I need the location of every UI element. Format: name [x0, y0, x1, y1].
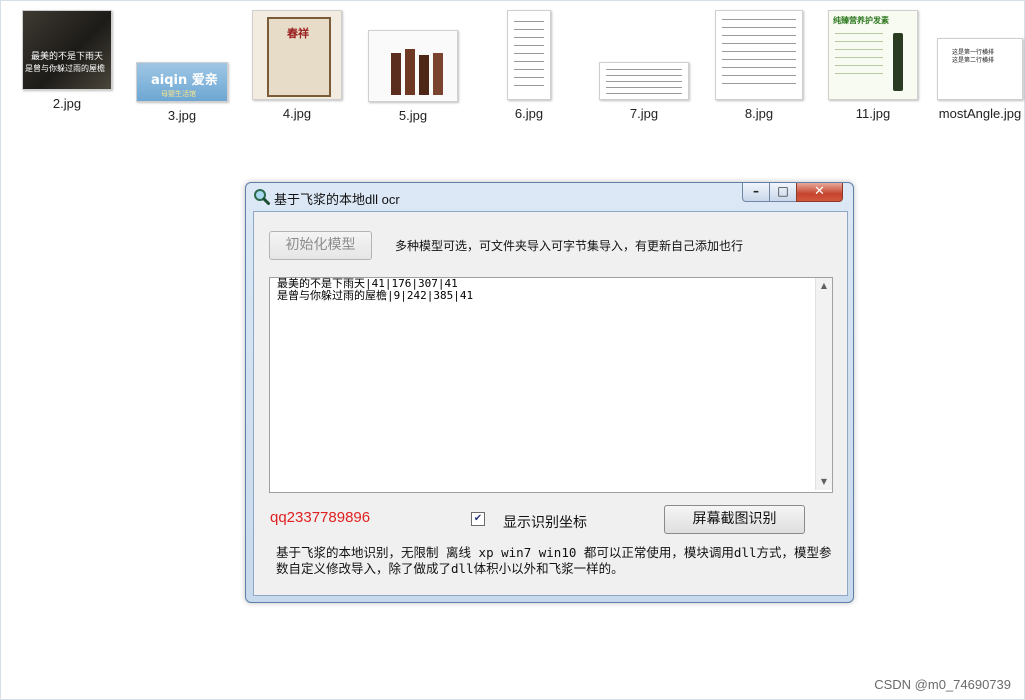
thumbnail-caption: 这是第二行横排: [952, 57, 995, 64]
title-bar[interactable]: 基于飞浆的本地dll ocr – □ ✕: [246, 183, 853, 211]
thumbnail: 最美的不是下雨天 是曾与你躲过雨的屋檐: [22, 10, 112, 90]
vertical-scrollbar[interactable]: ▲ ▼: [815, 278, 832, 490]
file-3-jpg[interactable]: aiqin 爱亲 母婴生活馆 3.jpg: [127, 10, 237, 123]
file-label: 2.jpg: [52, 96, 82, 111]
file-7-jpg[interactable]: 7.jpg: [589, 10, 699, 121]
info-label: 多种模型可选，可文件夹导入可字节集导入，有更新自己添加也行: [395, 239, 744, 253]
thumbnail: [368, 30, 458, 102]
init-model-button[interactable]: 初始化模型: [269, 231, 372, 260]
ocr-result-text: 最美的不是下雨天|41|176|307|41 是曾与你躲过雨的屋檐|9|242|…: [277, 277, 474, 302]
product-bottle: [405, 49, 415, 95]
file-6-jpg[interactable]: 6.jpg: [474, 10, 584, 121]
file-label: 5.jpg: [398, 108, 428, 123]
scroll-up-icon[interactable]: ▲: [816, 278, 832, 294]
thumbnail-caption: 纯臻营养护发素: [833, 16, 889, 25]
file-label: 8.jpg: [744, 106, 774, 121]
scroll-down-icon[interactable]: ▼: [816, 474, 832, 490]
file-4-jpg[interactable]: 春祥 4.jpg: [242, 10, 352, 121]
minimize-icon: –: [753, 184, 759, 198]
maximize-icon: □: [777, 184, 789, 198]
thumbnail: 纯臻营养护发素: [828, 10, 918, 100]
file-8-jpg[interactable]: 8.jpg: [704, 10, 814, 121]
file-label: 3.jpg: [167, 108, 197, 123]
file-label: 4.jpg: [282, 106, 312, 121]
product-bottle: [433, 53, 443, 95]
file-label: 11.jpg: [855, 106, 891, 121]
window-client-area: 初始化模型 多种模型可选，可文件夹导入可字节集导入，有更新自己添加也行 最美的不…: [253, 211, 848, 596]
csdn-watermark: CSDN @m0_74690739: [874, 677, 1011, 692]
show-coords-label[interactable]: 显示识别坐标: [503, 512, 587, 532]
close-button[interactable]: ✕: [796, 183, 843, 202]
file-label: 6.jpg: [514, 106, 544, 121]
thumbnail-caption: aiqin 爱亲: [151, 73, 218, 88]
thumbnail-caption: 母婴生活馆: [161, 90, 196, 98]
product-bottle: [391, 53, 401, 95]
close-icon: ✕: [814, 184, 825, 199]
ocr-window: 基于飞浆的本地dll ocr – □ ✕ 初始化模型 多种模型可选，可文件夹导入…: [245, 182, 854, 603]
thumbnail: 这是第一行横排 这是第二行横排: [937, 38, 1023, 100]
file-5-jpg[interactable]: 5.jpg: [358, 10, 468, 123]
file-label: 7.jpg: [629, 106, 659, 121]
thumbnail: 春祥: [252, 10, 342, 100]
file-label: mostAngle.jpg: [938, 106, 1022, 121]
file-11-jpg[interactable]: 纯臻营养护发素 11.jpg: [818, 10, 928, 121]
show-coords-checkbox[interactable]: ✔: [471, 512, 485, 526]
file-mostangle-jpg[interactable]: 这是第一行横排 这是第二行横排 mostAngle.jpg: [932, 10, 1025, 121]
thumbnail: aiqin 爱亲 母婴生活馆: [136, 62, 228, 102]
thumbnail: [599, 62, 689, 100]
thumbnail-caption: 春祥: [287, 27, 309, 40]
magnifier-icon: [254, 189, 270, 205]
minimize-button[interactable]: –: [742, 183, 770, 202]
product-bottle: [419, 55, 429, 95]
ocr-result-textarea[interactable]: 最美的不是下雨天|41|176|307|41 是曾与你躲过雨的屋檐|9|242|…: [269, 277, 833, 493]
maximize-button[interactable]: □: [769, 183, 797, 202]
thumbnail-caption: 是曾与你躲过雨的屋檐: [25, 64, 105, 73]
description-text: 基于飞浆的本地识别，无限制 离线 xp win7 win10 都可以正常使用，模…: [276, 545, 832, 576]
product-bottle: [893, 33, 903, 91]
file-2-jpg[interactable]: 最美的不是下雨天 是曾与你躲过雨的屋檐 2.jpg: [12, 10, 122, 111]
thumbnail-caption: 最美的不是下雨天: [31, 52, 104, 62]
thumbnail: [715, 10, 803, 100]
window-title: 基于飞浆的本地dll ocr: [274, 192, 400, 207]
screenshot-ocr-button[interactable]: 屏幕截图识别: [664, 505, 805, 534]
thumbnail: [507, 10, 551, 100]
qq-contact: qq2337789896: [270, 509, 371, 526]
